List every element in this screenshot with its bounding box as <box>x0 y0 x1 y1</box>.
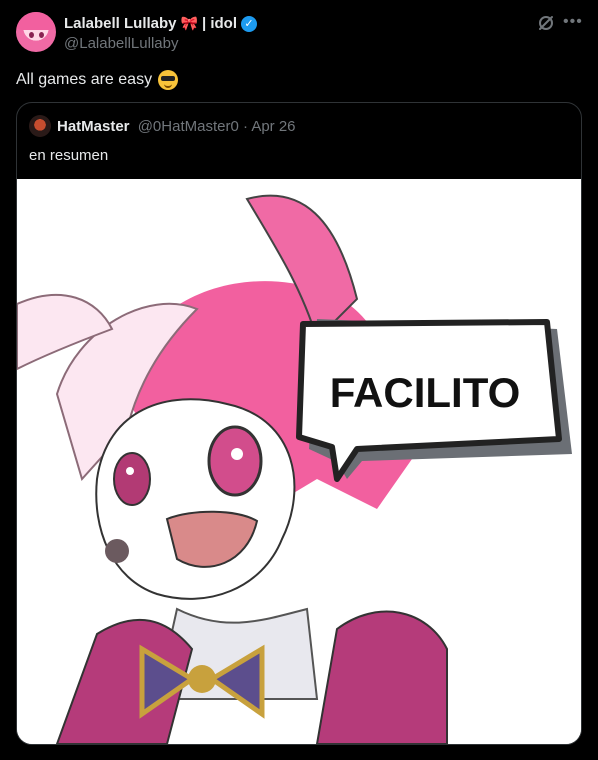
ribbon-emoji: 🎀 <box>180 15 198 31</box>
quoted-post-card[interactable]: HatMaster @0HatMaster0 · Apr 26 en resum… <box>16 102 582 745</box>
post-author-name[interactable]: Lalabell Lullaby <box>64 15 177 32</box>
smiling-face-with-sunglasses-icon <box>158 70 179 90</box>
quoted-post-text: en resumen <box>29 147 109 164</box>
quoted-author-avatar[interactable] <box>29 115 51 137</box>
post-text: All games are easy <box>16 70 179 90</box>
more-icon[interactable]: ••• <box>563 13 583 31</box>
quoted-author-name[interactable]: HatMaster <box>57 118 130 135</box>
post-author-name-suffix: | idol <box>201 15 237 32</box>
post-author-handle[interactable]: @LalabellLullaby <box>64 35 178 52</box>
quoted-author-handle[interactable]: @0HatMaster0 <box>138 118 239 135</box>
quoted-post-date[interactable]: Apr 26 <box>251 118 295 135</box>
post-text-content: All games are easy <box>16 71 153 88</box>
post-author-avatar[interactable] <box>16 12 56 52</box>
quoted-author-header: HatMaster @0HatMaster0 · Apr 26 <box>57 118 296 135</box>
quoted-post-image[interactable]: FACILITO <box>17 179 581 744</box>
verified-badge-icon: ✓ <box>241 15 257 32</box>
post-author-name-row: Lalabell Lullaby 🎀 | idol ✓ <box>64 15 257 32</box>
quoted-header-separator: · <box>242 118 248 135</box>
grok-icon[interactable] <box>537 14 555 32</box>
speech-bubble-text: FACILITO <box>330 369 521 416</box>
